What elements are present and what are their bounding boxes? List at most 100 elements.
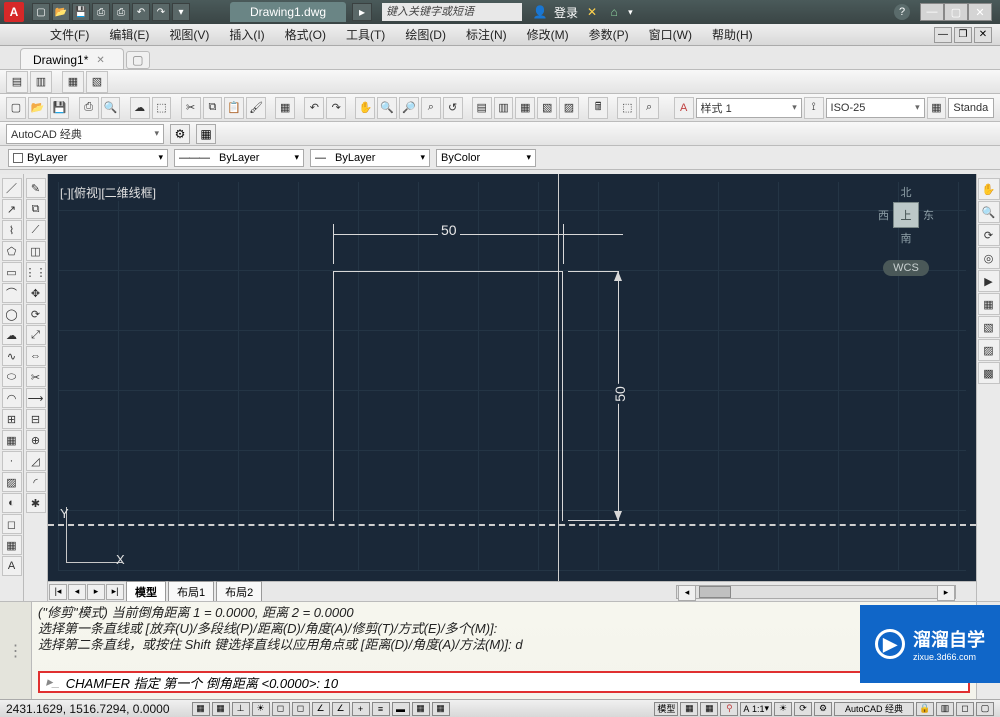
nav-showmotion-icon[interactable]: ▶: [978, 270, 1000, 292]
title-dropdown-icon[interactable]: ▸: [352, 3, 372, 21]
ortho-toggle[interactable]: ⊥: [232, 702, 250, 716]
workspace-switch-icon[interactable]: ⚙: [814, 702, 832, 716]
layer-iso-icon[interactable]: ▤: [6, 71, 28, 93]
zoom-window-icon[interactable]: ⌕: [421, 97, 441, 119]
menu-param[interactable]: 参数(P): [579, 26, 639, 43]
viewport-icon[interactable]: ▦: [62, 71, 84, 93]
menu-tools[interactable]: 工具(T): [336, 26, 395, 43]
dimstyle-icon[interactable]: ⟟: [804, 97, 824, 119]
hatch-icon[interactable]: ▨: [2, 472, 22, 492]
ann-vis-icon[interactable]: ☀: [774, 702, 792, 716]
chamfer-icon[interactable]: ◿: [26, 451, 46, 471]
nav-wheel-icon[interactable]: ◎: [978, 247, 1000, 269]
tablestyle-icon[interactable]: ▦: [927, 97, 947, 119]
menu-edit[interactable]: 编辑(E): [99, 26, 159, 43]
menu-view[interactable]: 视图(V): [159, 26, 219, 43]
close-tab-icon[interactable]: ✕: [96, 55, 104, 66]
toolbar-lock-icon[interactable]: 🔒: [916, 702, 934, 716]
textstyle-combo[interactable]: 样式 1▾: [696, 98, 802, 118]
document-tab[interactable]: Drawing1* ✕: [20, 48, 124, 69]
dyn-toggle[interactable]: +: [352, 702, 370, 716]
dimstyle-combo[interactable]: ISO-25▾: [826, 98, 925, 118]
new-file-icon[interactable]: ▢: [6, 97, 26, 119]
horizontal-scrollbar[interactable]: ◂ ▸: [676, 585, 956, 599]
otrack-toggle[interactable]: ∠: [312, 702, 330, 716]
redo-icon[interactable]: ↷: [152, 3, 170, 21]
new-tab-button[interactable]: ▢: [126, 51, 150, 69]
quickview-layouts-icon[interactable]: ▦: [680, 702, 698, 716]
sheetset-icon[interactable]: ▧: [537, 97, 557, 119]
tab-last-icon[interactable]: ▸|: [106, 584, 124, 600]
search-input[interactable]: 键入关键字或短语: [382, 3, 522, 21]
nav-pan-icon[interactable]: ✋: [978, 178, 1000, 200]
designcenter-icon[interactable]: ▥: [494, 97, 514, 119]
model-paper-btn[interactable]: 模型: [654, 702, 678, 716]
new-icon[interactable]: ▢: [32, 3, 50, 21]
polar-toggle[interactable]: ☀: [252, 702, 270, 716]
undo-icon[interactable]: ↶: [132, 3, 150, 21]
autodesk360-icon[interactable]: ⌂: [606, 4, 622, 20]
print-icon[interactable]: ⎙: [79, 97, 99, 119]
nav-more2-icon[interactable]: ▧: [978, 316, 1000, 338]
help-icon[interactable]: ?: [894, 4, 910, 20]
zoom-prev-icon[interactable]: ↺: [443, 97, 463, 119]
linetype-combo[interactable]: ——— ByLayer ▾: [174, 149, 304, 167]
close-button[interactable]: ✕: [968, 3, 992, 21]
rectangle-icon[interactable]: ▭: [2, 262, 22, 282]
menu-modify[interactable]: 修改(M): [517, 26, 579, 43]
ann-auto-icon[interactable]: ⟳: [794, 702, 812, 716]
menu-file[interactable]: 文件(F): [40, 26, 99, 43]
workspace-combo[interactable]: AutoCAD 经典▾: [6, 124, 164, 144]
quickview-drawings-icon[interactable]: ▦: [700, 702, 718, 716]
menu-help[interactable]: 帮助(H): [702, 26, 763, 43]
tab-first-icon[interactable]: |◂: [49, 584, 67, 600]
doc-close-button[interactable]: ✕: [974, 27, 992, 43]
tab-layout1[interactable]: 布局1: [168, 581, 214, 603]
doc-minimize-button[interactable]: —: [934, 27, 952, 43]
grid-toggle[interactable]: ▦: [212, 702, 230, 716]
calc-icon[interactable]: 🖩: [588, 97, 608, 119]
textstyle-icon[interactable]: A: [674, 97, 694, 119]
paste-icon[interactable]: 📋: [224, 97, 244, 119]
viewcube-top-face[interactable]: 上: [893, 202, 919, 228]
menu-window[interactable]: 窗口(W): [639, 26, 702, 43]
view-cube[interactable]: 北 西 上 东 南 WCS: [866, 184, 946, 284]
table-icon[interactable]: ▦: [2, 535, 22, 555]
lineweight-combo[interactable]: — ByLayer ▾: [310, 149, 430, 167]
nav-orbit-icon[interactable]: ⟳: [978, 224, 1000, 246]
tab-layout2[interactable]: 布局2: [216, 581, 262, 603]
annotation-scale[interactable]: A 1:1▾: [740, 702, 772, 716]
plot-icon[interactable]: ⎙: [112, 3, 130, 21]
ellipse-arc-icon[interactable]: ◠: [2, 388, 22, 408]
markup-icon[interactable]: ▨: [559, 97, 579, 119]
nav-zoom-icon[interactable]: 🔍: [978, 201, 1000, 223]
undo-tool-icon[interactable]: ↶: [304, 97, 324, 119]
exchange-icon[interactable]: ✕: [584, 4, 600, 20]
3dprint-icon[interactable]: ⬚: [152, 97, 172, 119]
viewcube-west[interactable]: 西: [878, 207, 889, 223]
view-label[interactable]: [-][俯视][二维线框]: [60, 184, 156, 201]
nav-more4-icon[interactable]: ▩: [978, 362, 1000, 384]
menu-draw[interactable]: 绘图(D): [395, 26, 456, 43]
layer-combo[interactable]: ByLayer ▾: [8, 149, 168, 167]
stretch-icon[interactable]: ⇔: [26, 346, 46, 366]
maximize-button[interactable]: ▢: [944, 3, 968, 21]
menu-format[interactable]: 格式(O): [275, 26, 336, 43]
pan-icon[interactable]: ✋: [355, 97, 375, 119]
viewport2-icon[interactable]: ▧: [86, 71, 108, 93]
cursor-coordinates[interactable]: 2431.1629, 1516.7294, 0.0000: [6, 702, 170, 716]
doc-restore-button[interactable]: ❐: [954, 27, 972, 43]
preview-icon[interactable]: 🔍: [101, 97, 121, 119]
rotate-icon[interactable]: ⟳: [26, 304, 46, 324]
pline-icon[interactable]: ⌇: [2, 220, 22, 240]
minimize-button[interactable]: —: [920, 3, 944, 21]
xline-icon[interactable]: ↗: [2, 199, 22, 219]
tab-model[interactable]: 模型: [126, 581, 166, 603]
revcloud-icon[interactable]: ☁: [2, 325, 22, 345]
qselect-icon[interactable]: ⌕: [639, 97, 659, 119]
annotation-scale-icon[interactable]: ⚲: [720, 702, 738, 716]
saveas-icon[interactable]: ⎙: [92, 3, 110, 21]
layer-icon[interactable]: ▥: [30, 71, 52, 93]
signin-icon[interactable]: 👤: [532, 4, 548, 20]
workspace-gear-icon[interactable]: ⚙: [170, 124, 190, 144]
